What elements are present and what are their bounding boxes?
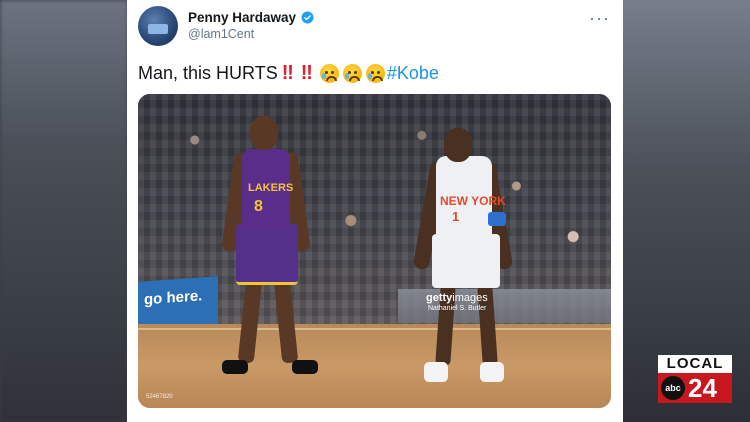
verified-icon: [301, 11, 314, 24]
double-exclamation-icon: ‼: [300, 62, 313, 84]
author-name[interactable]: Penny Hardaway: [188, 10, 296, 25]
author-handle[interactable]: @lam1Cent: [188, 27, 254, 41]
photo-id: 52467820: [146, 394, 173, 400]
tweet-photo[interactable]: go here. LAKERS 8 NEW YORK 1 gettyimages: [138, 94, 611, 408]
author-row: Penny Hardaway: [188, 10, 314, 25]
background-left: [0, 0, 128, 422]
avatar-image: [148, 24, 168, 34]
jersey-lettering: NEW YORK: [440, 194, 506, 208]
station-number: 24: [688, 373, 717, 403]
photo-credit: Nathaniel S. Butler: [428, 305, 487, 312]
getty-watermark: gettyimages: [426, 292, 488, 304]
station-logo-bottom: abc 24: [658, 373, 732, 403]
avatar[interactable]: [138, 6, 178, 46]
crying-face-emoji-icon: [365, 64, 385, 83]
tweet-text: Man, this HURTS ‼ ‼ #Kobe: [138, 62, 439, 85]
station-logo: LOCAL abc 24: [658, 355, 732, 405]
station-logo-top: LOCAL: [658, 355, 732, 373]
jersey-number: 8: [254, 198, 263, 215]
network-logo: abc: [661, 376, 685, 400]
jersey-lettering: LAKERS: [248, 182, 294, 194]
hashtag-link[interactable]: #Kobe: [387, 63, 439, 84]
double-exclamation-icon: ‼: [281, 62, 294, 84]
crying-face-emoji-icon: [342, 64, 362, 83]
more-icon[interactable]: ···: [589, 8, 610, 29]
court-line: [138, 328, 611, 330]
tweet-text-body: Man, this HURTS: [138, 63, 278, 83]
crying-face-emoji-icon: [319, 64, 339, 83]
court-floor: [138, 324, 611, 408]
tweet-card: Penny Hardaway @lam1Cent ··· Man, this H…: [127, 0, 623, 422]
jersey-number: 1: [452, 209, 460, 224]
